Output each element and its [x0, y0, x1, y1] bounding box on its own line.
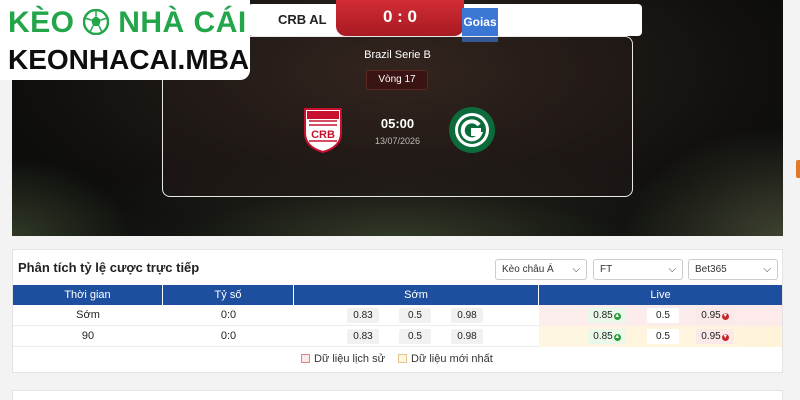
- early-odds-away[interactable]: 0.98: [451, 308, 483, 323]
- logo-text-nhacai: NHÀ CÁI: [118, 6, 247, 39]
- kickoff-date: 13/07/2026: [374, 136, 421, 146]
- score-display: 0 : 0: [336, 0, 464, 36]
- soccer-ball-icon: [83, 9, 110, 35]
- latest-swatch: [398, 354, 407, 363]
- arrow-down-icon: ▼: [721, 313, 729, 320]
- side-tab[interactable]: [796, 160, 800, 178]
- legend-latest: Dữ liệu mới nhất: [398, 353, 493, 365]
- col-early: Sớm: [294, 285, 539, 305]
- history-swatch: [301, 354, 310, 363]
- kickoff-time: 05:00: [380, 116, 415, 131]
- bookmaker-select[interactable]: Bet365 ⌵: [688, 259, 778, 280]
- early-odds-away[interactable]: 0.98: [451, 329, 483, 344]
- arrow-up-icon: ▲: [613, 334, 621, 341]
- early-odds-handicap[interactable]: 0.5: [399, 329, 431, 344]
- early-odds-handicap[interactable]: 0.5: [399, 308, 431, 323]
- live-odds-handicap[interactable]: 0.5: [647, 308, 679, 323]
- market-select[interactable]: Kèo châu Á ⌵: [495, 259, 587, 280]
- chevron-down-icon: ⌵: [763, 264, 771, 275]
- logo-text-keo: KÈO: [8, 6, 75, 39]
- table-row: 90 0:0 0.83 0.5 0.98 0.85 ▲ 0.5 0.95 ▼: [13, 326, 782, 347]
- odds-section-title: Phân tích tỷ lệ cược trực tiếp: [18, 260, 200, 275]
- chevron-down-icon: ⌵: [668, 264, 676, 275]
- early-odds-home[interactable]: 0.83: [347, 308, 379, 323]
- live-odds-home[interactable]: 0.85 ▲: [588, 329, 626, 344]
- live-odds-away[interactable]: 0.95 ▼: [696, 329, 734, 344]
- arrow-down-icon: ▼: [721, 334, 729, 341]
- col-score: Tỷ số: [163, 285, 294, 305]
- round-badge: Vòng 17: [366, 70, 428, 90]
- legend-history: Dữ liệu lịch sử: [301, 353, 385, 365]
- arrow-up-icon: ▲: [613, 313, 621, 320]
- live-odds-home[interactable]: 0.85 ▲: [588, 308, 626, 323]
- odds-table-header: Thời gian Tỷ số Sớm Live: [13, 285, 782, 305]
- period-select[interactable]: FT ⌵: [593, 259, 683, 280]
- logo-domain: KEONHACAI.MBA: [8, 44, 250, 75]
- early-odds-home[interactable]: 0.83: [347, 329, 379, 344]
- chevron-down-icon: ⌵: [572, 264, 580, 275]
- col-time: Thời gian: [13, 285, 163, 305]
- next-section-panel: [12, 390, 783, 400]
- odds-analysis-panel: Phân tích tỷ lệ cược trực tiếp Kèo châu …: [12, 249, 783, 373]
- live-odds-away[interactable]: 0.95 ▼: [696, 308, 734, 323]
- home-team-name[interactable]: CRB AL: [278, 12, 327, 27]
- live-odds-handicap[interactable]: 0.5: [647, 329, 679, 344]
- away-team-logo[interactable]: [448, 106, 496, 154]
- scoreboard-bar: CRB AL 0 : 0 Goias: [248, 0, 642, 42]
- table-row: Sớm 0:0 0.83 0.5 0.98 0.85 ▲ 0.5 0.95 ▼: [13, 305, 782, 326]
- page: CRB AL 0 : 0 Goias Brazil Serie B Vòng 1…: [0, 0, 800, 400]
- site-logo[interactable]: KÈO NHÀ CÁI KEONHACAI.MBA: [0, 0, 250, 80]
- col-live: Live: [650, 289, 671, 301]
